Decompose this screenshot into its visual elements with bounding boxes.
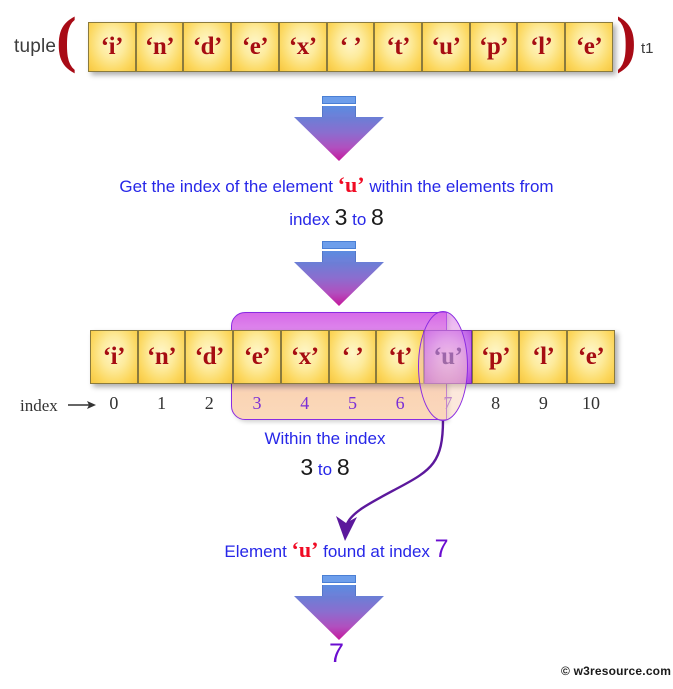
tuple-cell-top-9: ‘l’ [517,22,566,72]
index-label-3: 3 [252,393,262,413]
found-element-ellipse [418,311,468,421]
tuple-cell-bottom-1: ‘n’ [137,330,186,384]
result-value: 7 [328,638,345,668]
arrow-head-wrap [294,262,384,306]
step1-line1: Get the index of the element ‘u’ within … [0,170,673,202]
tuple-cell-bottom-6: ‘t’ [376,330,425,384]
arrow-head [294,262,384,306]
range-caption-mid: to [313,460,337,479]
step1-line2-mid: to [347,210,371,229]
tuple-cell-top-3: ‘e’ [231,22,279,72]
down-arrow-icon-3 [294,575,384,641]
found-index-value: 7 [434,535,449,563]
index-label-4: 4 [300,393,310,413]
tuple-cell-grid-top: ‘i’ ‘n’ ‘d’ ‘e’ ‘x’ ‘ ’ ‘t’ ‘u’ ‘p’ ‘l’ ‘e’ [88,22,613,72]
arrow-head-wrap [294,596,384,640]
found-caption-a: Element [224,542,292,561]
range-caption-start: 3 [300,454,314,480]
index-label-1: 1 [157,393,167,413]
tuple-cell-top-1: ‘n’ [135,22,184,72]
found-caption: Element ‘u’ found at index 7 [0,534,673,567]
arrow-head [294,117,384,161]
index-label-6: 6 [395,393,405,413]
step1-range-end: 8 [371,204,384,230]
step1-line2: index 3 to 8 [0,202,673,235]
index-label-8: 8 [491,393,501,413]
arrow-shaft [322,106,356,117]
tuple-cell-bottom-0: ‘i’ [90,330,138,384]
index-row-label: index [20,396,58,415]
tuple-cell-bottom-5: ‘ ’ [328,330,377,384]
close-paren: ) [616,6,637,74]
tuple-cell-bottom-3: ‘e’ [233,330,281,384]
tuple-cell-top-7: ‘u’ [422,22,470,72]
index-label-0: 0 [109,393,119,413]
step1-line1-b: within the elements from [364,177,554,196]
tuple-cell-top-6: ‘t’ [374,22,423,72]
arrow-top-bar [322,241,356,249]
tuple-cell-top-2: ‘d’ [183,22,232,72]
tuple-label: tuple [14,36,57,57]
index-label-5: 5 [347,393,357,413]
index-number-row: 012345678910 [90,393,615,414]
index-label-2: 2 [204,393,214,413]
step1-line1-a: Get the index of the element [119,177,338,196]
step1-line2-a: index [289,210,335,229]
index-label-9: 9 [538,393,548,413]
index-label-10: 10 [582,393,601,413]
found-caption-line: Element ‘u’ found at index 7 [0,534,673,567]
arrow-shaft [322,585,356,596]
down-arrow-icon [294,96,384,162]
tuple-cell-top-10: ‘e’ [565,22,613,72]
range-caption-end: 8 [336,454,350,480]
arrow-top-bar [322,96,356,104]
tuple-variable-name: t1 [641,40,654,57]
range-caption: Within the index 3 to 8 [180,425,470,484]
range-caption-line2: 3 to 8 [180,453,470,484]
tuple-cell-bottom-8: ‘p’ [471,330,520,384]
tuple-cell-top-5: ‘ ’ [326,22,375,72]
range-caption-line1: Within the index [264,429,386,448]
step1-range-start: 3 [334,204,348,230]
found-target-element: ‘u’ [291,537,319,562]
arrow-head-wrap [294,117,384,161]
tuple-cell-bottom-2: ‘d’ [185,330,234,384]
step1-target-element: ‘u’ [337,172,365,197]
tuple-cell-bottom-10: ‘e’ [567,330,615,384]
found-caption-b: found at index [318,542,435,561]
tuple-cell-bottom-9: ‘l’ [519,330,568,384]
arrow-head [294,596,384,640]
arrow-shaft [322,251,356,262]
tuple-cell-top-8: ‘p’ [469,22,518,72]
tuple-cell-top-0: ‘i’ [88,22,136,72]
down-arrow-icon-2 [294,241,384,307]
diagram-canvas: tuple ( ‘i’ ‘n’ ‘d’ ‘e’ ‘x’ ‘ ’ ‘t’ ‘u’ ‘p’ ‘l’ ‘e… [0,0,673,689]
tuple-cell-grid-bottom: ‘i’‘n’‘d’‘e’‘x’‘ ’‘t’‘u’‘p’‘l’‘e’ [90,330,615,384]
step1-caption: Get the index of the element ‘u’ within … [0,170,673,235]
arrow-top-bar [322,575,356,583]
open-paren: ( [56,6,77,74]
tuple-cell-bottom-4: ‘x’ [280,330,329,384]
watermark: © w3resource.com [561,664,672,678]
tuple-cell-top-4: ‘x’ [278,22,327,72]
